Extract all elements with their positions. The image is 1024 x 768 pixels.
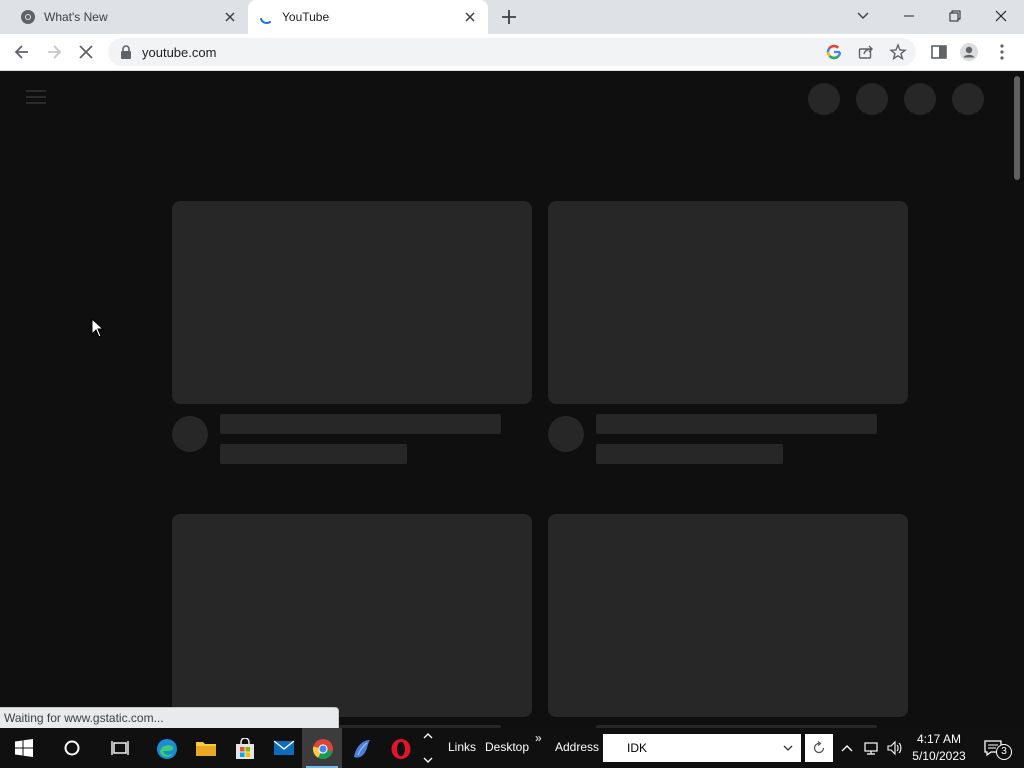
address-toolbar-label: Address bbox=[555, 740, 600, 754]
loading-spinner-icon bbox=[260, 18, 271, 25]
menu-icon[interactable] bbox=[26, 90, 46, 106]
search-button[interactable] bbox=[52, 728, 92, 768]
refresh-icon bbox=[813, 741, 825, 754]
notification-count-badge: 3 bbox=[996, 744, 1012, 760]
video-thumbnail-placeholder bbox=[172, 201, 532, 404]
forward-button[interactable] bbox=[43, 41, 65, 63]
chrome-icon bbox=[312, 739, 333, 759]
address-go-button[interactable] bbox=[805, 734, 833, 762]
bookmark-star-icon[interactable] bbox=[889, 43, 907, 61]
volume-icon[interactable] bbox=[886, 740, 902, 756]
address-field-value: IDK bbox=[627, 741, 648, 755]
header-placeholder-circle bbox=[952, 83, 984, 115]
status-bubble: Waiting for www.gstatic.com... bbox=[0, 707, 339, 728]
windows-taskbar: Links Desktop » Address IDK 4:17 AM 5/10… bbox=[0, 728, 1024, 768]
tab-strip: What's New YouTube bbox=[0, 0, 1024, 34]
minimize-icon bbox=[904, 15, 914, 17]
header-placeholder-circle bbox=[808, 83, 840, 115]
tab-title: YouTube bbox=[282, 10, 330, 24]
close-tab-icon[interactable] bbox=[222, 9, 238, 25]
tab-whats-new[interactable]: What's New bbox=[8, 0, 248, 34]
action-center-button[interactable]: 3 bbox=[980, 728, 1020, 768]
browser-menu-button[interactable] bbox=[991, 41, 1013, 63]
tab-youtube[interactable]: YouTube bbox=[248, 0, 488, 34]
tab-title: What's New bbox=[44, 10, 108, 24]
links-toolbar-label[interactable]: Links bbox=[448, 740, 476, 754]
metadata-placeholder bbox=[220, 444, 407, 464]
toolbar-overflow-button[interactable]: » bbox=[535, 731, 542, 745]
minimize-button[interactable] bbox=[886, 0, 932, 32]
restore-button[interactable] bbox=[932, 0, 978, 32]
edge-taskbar-button[interactable] bbox=[146, 728, 186, 768]
windows-logo-icon bbox=[15, 739, 33, 757]
mouse-cursor-icon bbox=[91, 318, 105, 338]
clock-time: 4:17 AM bbox=[916, 732, 962, 746]
stop-loading-button[interactable] bbox=[75, 41, 97, 63]
chrome-icon bbox=[21, 10, 35, 24]
google-icon[interactable] bbox=[825, 43, 843, 61]
app-taskbar-button[interactable] bbox=[341, 728, 381, 768]
task-view-icon bbox=[111, 741, 129, 755]
mail-taskbar-button[interactable] bbox=[263, 728, 303, 768]
browser-toolbar: youtube.com bbox=[0, 34, 1024, 71]
scrollbar-thumb[interactable] bbox=[1014, 76, 1020, 180]
clock-date: 5/10/2023 bbox=[912, 749, 966, 763]
chevron-down-icon[interactable] bbox=[783, 743, 793, 753]
file-explorer-taskbar-button[interactable] bbox=[185, 728, 225, 768]
video-thumbnail-placeholder bbox=[548, 201, 908, 404]
task-view-button[interactable] bbox=[100, 728, 140, 768]
chrome-taskbar-button[interactable] bbox=[302, 728, 342, 768]
store-taskbar-button[interactable] bbox=[224, 728, 264, 768]
share-icon[interactable] bbox=[857, 43, 875, 61]
start-button[interactable] bbox=[4, 728, 44, 768]
side-panel-button[interactable] bbox=[928, 41, 950, 63]
close-window-button[interactable] bbox=[978, 0, 1024, 32]
network-icon[interactable] bbox=[863, 740, 879, 756]
desktop-toolbar-label[interactable]: Desktop bbox=[485, 740, 529, 754]
mail-icon bbox=[273, 740, 295, 755]
header-placeholder-circle bbox=[856, 83, 888, 115]
youtube-page bbox=[0, 72, 1010, 728]
page-scrollbar[interactable] bbox=[1010, 72, 1024, 728]
cortana-circle-icon bbox=[64, 740, 80, 756]
address-bar[interactable]: youtube.com bbox=[108, 38, 916, 66]
video-thumbnail-placeholder bbox=[172, 514, 532, 717]
profile-button[interactable] bbox=[958, 41, 980, 63]
url-text: youtube.com bbox=[142, 45, 217, 60]
metadata-placeholder bbox=[596, 444, 783, 464]
folder-icon bbox=[196, 742, 216, 756]
video-thumbnail-placeholder bbox=[548, 514, 908, 717]
title-placeholder bbox=[220, 414, 501, 434]
taskbar-address-field[interactable]: IDK bbox=[603, 734, 801, 762]
close-icon bbox=[995, 10, 1007, 22]
edge-icon bbox=[157, 739, 177, 759]
header-placeholder-circle bbox=[904, 83, 936, 115]
restore-icon bbox=[949, 10, 961, 22]
lock-icon[interactable] bbox=[120, 45, 132, 59]
show-hidden-icons-chevron-icon[interactable] bbox=[839, 740, 855, 756]
taskbar-scroll-arrows[interactable] bbox=[421, 730, 435, 766]
channel-avatar-placeholder bbox=[172, 416, 208, 452]
chevron-down-icon bbox=[857, 12, 869, 19]
title-placeholder bbox=[596, 414, 877, 434]
back-button[interactable] bbox=[11, 41, 33, 63]
opera-taskbar-button[interactable] bbox=[380, 728, 420, 768]
new-tab-button[interactable] bbox=[499, 7, 519, 27]
taskbar-clock[interactable]: 4:17 AM 5/10/2023 bbox=[906, 731, 972, 765]
tab-search-button[interactable] bbox=[840, 0, 886, 32]
close-tab-icon[interactable] bbox=[462, 9, 478, 25]
store-bag-icon bbox=[236, 738, 254, 759]
bird-app-icon bbox=[354, 740, 370, 758]
opera-icon bbox=[391, 739, 411, 759]
channel-avatar-placeholder bbox=[548, 416, 584, 452]
